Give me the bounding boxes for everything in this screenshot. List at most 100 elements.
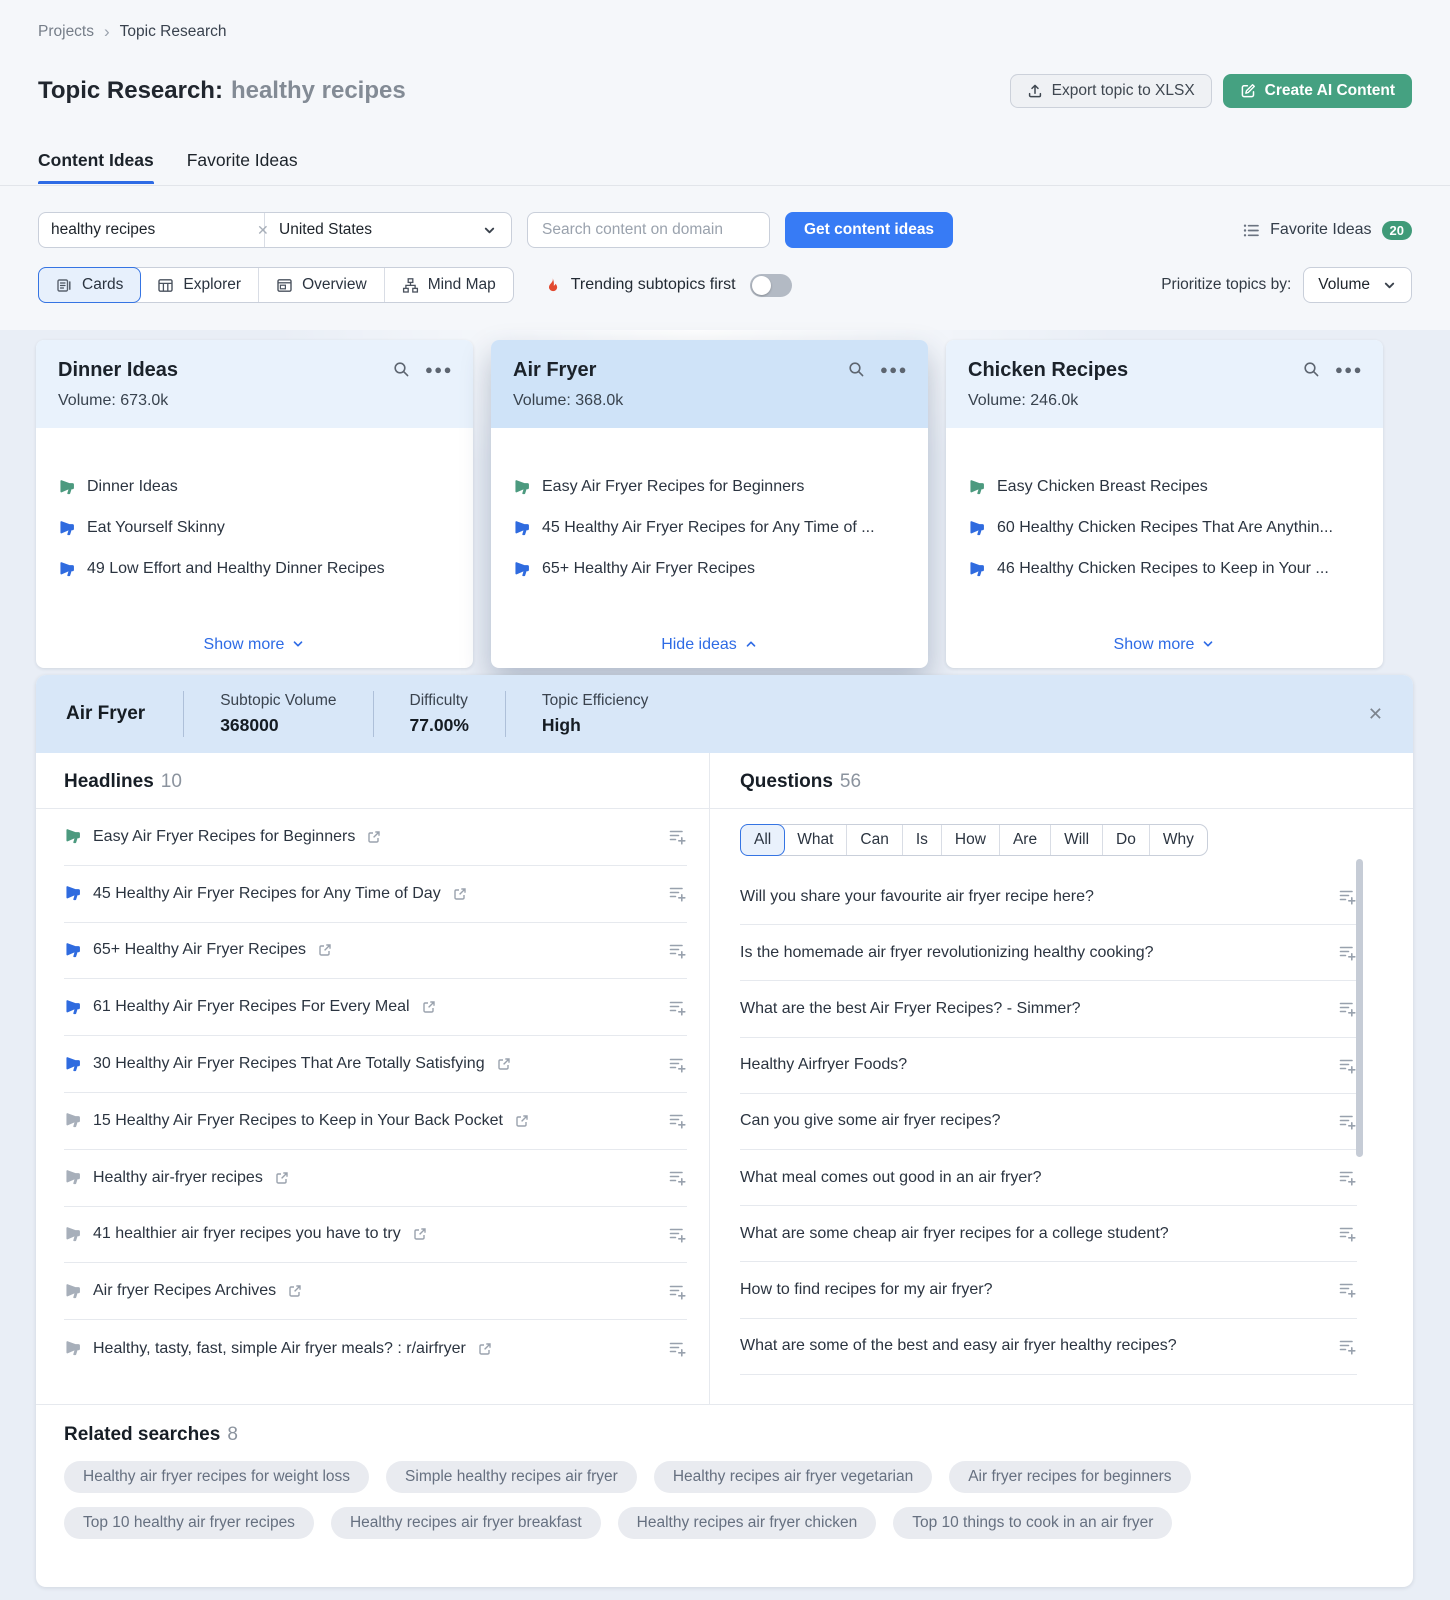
- add-to-list-icon[interactable]: [1338, 887, 1357, 906]
- create-ai-content-button[interactable]: Create AI Content: [1223, 74, 1412, 108]
- add-to-list-icon[interactable]: [668, 884, 687, 903]
- domain-search-input[interactable]: [527, 212, 770, 248]
- questions-scrollbar[interactable]: [1356, 859, 1363, 1157]
- question-tab-will[interactable]: Will: [1051, 825, 1103, 855]
- add-to-list-icon[interactable]: [668, 827, 687, 846]
- view-mindmap-button[interactable]: Mind Map: [385, 268, 513, 302]
- card-headline-text[interactable]: 65+ Healthy Air Fryer Recipes: [542, 560, 755, 578]
- related-search-chip[interactable]: Air fryer recipes for beginners: [949, 1461, 1190, 1493]
- card-headline-text[interactable]: Dinner Ideas: [87, 478, 178, 496]
- external-link-icon[interactable]: [453, 887, 467, 901]
- add-to-list-icon[interactable]: [1338, 1224, 1357, 1243]
- headline-text[interactable]: Healthy air-fryer recipes: [93, 1169, 263, 1187]
- get-content-ideas-button[interactable]: Get content ideas: [785, 212, 953, 248]
- card-body: Easy Chicken Breast Recipes 60 Healthy C…: [946, 428, 1383, 578]
- view-overview-button[interactable]: Overview: [259, 268, 385, 302]
- headline-text[interactable]: Healthy, tasty, fast, simple Air fryer m…: [93, 1340, 466, 1358]
- question-tab-is[interactable]: Is: [903, 825, 942, 855]
- question-tab-what[interactable]: What: [784, 825, 847, 855]
- card-headline-text[interactable]: Easy Air Fryer Recipes for Beginners: [542, 478, 804, 496]
- add-to-list-icon[interactable]: [668, 1225, 687, 1244]
- external-link-icon[interactable]: [497, 1057, 511, 1071]
- more-options-icon[interactable]: ●●●: [880, 362, 908, 377]
- headline-text[interactable]: 61 Healthy Air Fryer Recipes For Every M…: [93, 998, 410, 1016]
- search-icon[interactable]: [848, 361, 865, 378]
- headline-text[interactable]: 15 Healthy Air Fryer Recipes to Keep in …: [93, 1112, 503, 1130]
- external-link-icon[interactable]: [288, 1284, 302, 1298]
- add-to-list-icon[interactable]: [1338, 1337, 1357, 1356]
- headline-text[interactable]: 65+ Healthy Air Fryer Recipes: [93, 941, 306, 959]
- external-link-icon[interactable]: [478, 1342, 492, 1356]
- related-search-chip[interactable]: Healthy recipes air fryer chicken: [618, 1507, 877, 1539]
- headline-text[interactable]: Air fryer Recipes Archives: [93, 1282, 276, 1300]
- card-headline-text[interactable]: 46 Healthy Chicken Recipes to Keep in Yo…: [997, 560, 1329, 578]
- prioritize-select[interactable]: Volume: [1303, 267, 1412, 303]
- related-search-chip[interactable]: Simple healthy recipes air fryer: [386, 1461, 637, 1493]
- add-to-list-icon[interactable]: [1338, 1168, 1357, 1187]
- question-filter-tabs: All What Can Is How Are Will Do Why: [740, 824, 1208, 856]
- card-headline-text[interactable]: 49 Low Effort and Healthy Dinner Recipes: [87, 560, 385, 578]
- external-link-icon[interactable]: [275, 1171, 289, 1185]
- export-xlsx-button[interactable]: Export topic to XLSX: [1010, 74, 1212, 108]
- question-tab-are[interactable]: Are: [1000, 825, 1051, 855]
- headline-text[interactable]: 45 Healthy Air Fryer Recipes for Any Tim…: [93, 885, 441, 903]
- related-search-chip[interactable]: Top 10 healthy air fryer recipes: [64, 1507, 314, 1539]
- more-options-icon[interactable]: ●●●: [1335, 362, 1363, 377]
- add-to-list-icon[interactable]: [1338, 1056, 1357, 1075]
- question-tab-do[interactable]: Do: [1103, 825, 1150, 855]
- card-headline-text[interactable]: Eat Yourself Skinny: [87, 519, 225, 537]
- hide-ideas-link[interactable]: Hide ideas: [491, 636, 928, 654]
- pencil-square-icon: [1240, 83, 1256, 99]
- external-link-icon[interactable]: [422, 1000, 436, 1014]
- add-to-list-icon[interactable]: [668, 1168, 687, 1187]
- search-icon[interactable]: [1303, 361, 1320, 378]
- breadcrumb-projects[interactable]: Projects: [38, 23, 94, 41]
- related-search-chip[interactable]: Top 10 things to cook in an air fryer: [893, 1507, 1172, 1539]
- card-headline-text[interactable]: 60 Healthy Chicken Recipes That Are Anyt…: [997, 519, 1333, 537]
- show-more-link[interactable]: Show more: [36, 636, 473, 654]
- question-tab-how[interactable]: How: [942, 825, 1000, 855]
- card-headline-text[interactable]: Easy Chicken Breast Recipes: [997, 478, 1208, 496]
- add-to-list-icon[interactable]: [1338, 1280, 1357, 1299]
- add-to-list-icon[interactable]: [668, 998, 687, 1017]
- headline-text[interactable]: 41 healthier air fryer recipes you have …: [93, 1225, 401, 1243]
- add-to-list-icon[interactable]: [668, 1339, 687, 1358]
- add-to-list-icon[interactable]: [1338, 943, 1357, 962]
- add-to-list-icon[interactable]: [1338, 999, 1357, 1018]
- related-search-chip[interactable]: Healthy recipes air fryer vegetarian: [654, 1461, 932, 1493]
- more-options-icon[interactable]: ●●●: [425, 362, 453, 377]
- add-to-list-icon[interactable]: [668, 941, 687, 960]
- add-to-list-icon[interactable]: [1338, 1112, 1357, 1131]
- external-link-icon[interactable]: [367, 830, 381, 844]
- external-link-icon[interactable]: [413, 1227, 427, 1241]
- show-more-link[interactable]: Show more: [946, 636, 1383, 654]
- external-link-icon[interactable]: [515, 1114, 529, 1128]
- close-icon[interactable]: ✕: [1368, 704, 1383, 725]
- related-search-chip[interactable]: Healthy recipes air fryer breakfast: [331, 1507, 601, 1539]
- country-select[interactable]: United States: [265, 213, 511, 247]
- headline-text[interactable]: 30 Healthy Air Fryer Recipes That Are To…: [93, 1055, 485, 1073]
- add-to-list-icon[interactable]: [668, 1282, 687, 1301]
- question-tab-why[interactable]: Why: [1150, 825, 1207, 855]
- favorite-ideas-link[interactable]: Favorite Ideas 20: [1243, 221, 1412, 240]
- related-search-chip[interactable]: Healthy air fryer recipes for weight los…: [64, 1461, 369, 1493]
- view-cards-button[interactable]: Cards: [38, 267, 141, 303]
- add-to-list-icon[interactable]: [668, 1111, 687, 1130]
- tab-favorite-ideas[interactable]: Favorite Ideas: [187, 150, 298, 184]
- external-link-icon[interactable]: [318, 943, 332, 957]
- megaphone-icon: [64, 1226, 81, 1243]
- megaphone-icon: [58, 520, 75, 537]
- add-to-list-icon[interactable]: [668, 1055, 687, 1074]
- search-icon[interactable]: [393, 361, 410, 378]
- tab-content-ideas[interactable]: Content Ideas: [38, 150, 154, 184]
- trending-subtopics-toggle[interactable]: [750, 274, 792, 297]
- view-explorer-button[interactable]: Explorer: [140, 268, 259, 302]
- question-text: Can you give some air fryer recipes?: [740, 1112, 1001, 1130]
- question-tab-can[interactable]: Can: [847, 825, 902, 855]
- headline-text[interactable]: Easy Air Fryer Recipes for Beginners: [93, 828, 355, 846]
- keyword-input[interactable]: [51, 221, 251, 239]
- show-more-label: Show more: [1114, 636, 1195, 653]
- card-headline-text[interactable]: 45 Healthy Air Fryer Recipes for Any Tim…: [542, 519, 875, 537]
- question-tab-all[interactable]: All: [740, 824, 785, 856]
- keyword-field[interactable]: ✕: [39, 213, 265, 247]
